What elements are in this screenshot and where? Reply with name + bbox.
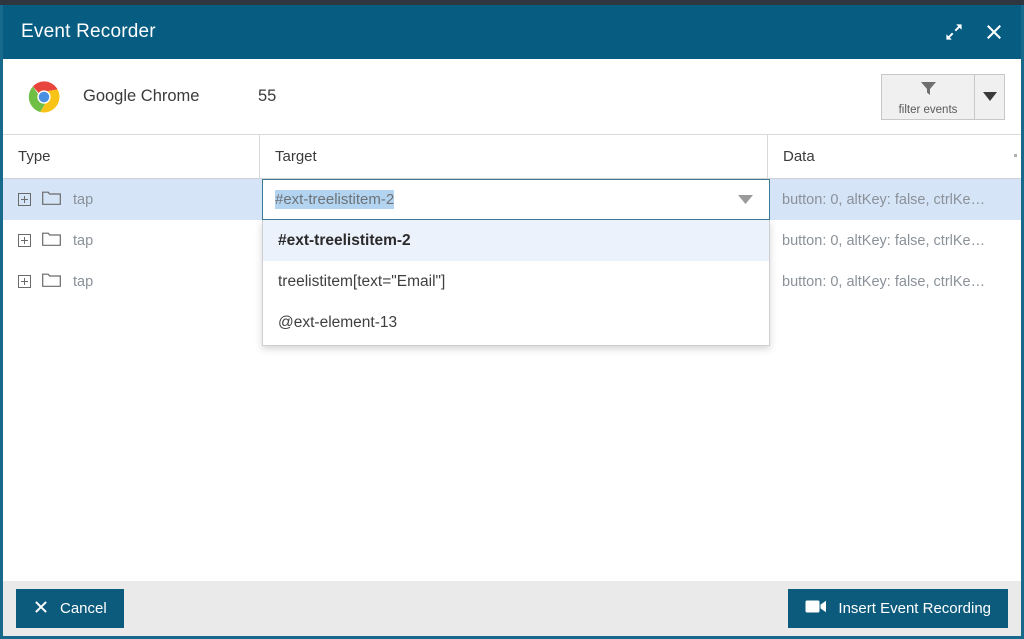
target-input-selected-text: #ext-treelistitem-2 [275,190,395,209]
app-event-count: 55 [258,87,277,105]
title-bar-actions [941,19,1007,45]
target-input[interactable]: #ext-treelistitem-2 [263,190,721,209]
row-type-cell[interactable]: tap [3,261,259,302]
grid-header-row: Type Target Data [3,135,1021,179]
plus-square-icon[interactable] [18,193,31,206]
target-dropdown-list: #ext-treelistitem-2 treelistitem[text="E… [262,220,770,346]
target-editor[interactable]: #ext-treelistitem-2 [262,179,770,220]
insert-event-recording-button[interactable]: Insert Event Recording [788,589,1008,628]
title-bar: Event Recorder [3,5,1021,59]
row-type-cell[interactable]: tap [3,220,259,261]
video-camera-icon [805,599,827,618]
toolbar: Google Chrome 55 filter events [3,59,1021,135]
filter-events-label: filter events [898,103,958,116]
cancel-button[interactable]: Cancel [16,589,124,628]
row-data-cell[interactable]: button: 0, altKey: false, ctrlKe… [767,179,1021,220]
column-header-data[interactable]: Data [767,135,1021,178]
dialog: Event Recorder Google Chrome 55 filter e… [0,5,1024,639]
dropdown-option[interactable]: #ext-treelistitem-2 [263,220,769,261]
column-header-target[interactable]: Target [259,135,767,178]
filter-events-group: filter events [881,73,1005,120]
folder-icon [42,272,61,291]
target-dropdown-trigger[interactable] [721,195,769,204]
window-title: Event Recorder [21,21,156,42]
row-data-cell[interactable]: button: 0, altKey: false, ctrlKe… [767,261,1021,302]
column-header-type[interactable]: Type [3,135,259,178]
row-type-label: tap [73,191,94,208]
app-name: Google Chrome [83,87,200,105]
folder-icon [42,190,61,209]
folder-icon [42,231,61,250]
footer: Cancel Insert Event Recording [3,581,1021,636]
event-recorder-window: Event Recorder Google Chrome 55 filter e… [0,0,1024,639]
close-icon[interactable] [981,19,1007,45]
plus-square-icon[interactable] [18,275,31,288]
column-resize-handle[interactable] [1014,154,1017,157]
funnel-icon [920,81,937,101]
filter-events-dropdown-arrow[interactable] [974,74,1004,119]
google-chrome-icon [27,80,61,114]
close-x-icon [33,599,49,619]
cancel-button-label: Cancel [60,600,107,617]
expand-arrows-icon[interactable] [941,19,967,45]
row-type-label: tap [73,232,94,249]
row-type-cell[interactable]: tap [3,179,259,220]
plus-square-icon[interactable] [18,234,31,247]
dropdown-option[interactable]: treelistitem[text="Email"] [263,261,769,302]
dropdown-option[interactable]: @ext-element-13 [263,302,769,343]
row-data-cell[interactable]: button: 0, altKey: false, ctrlKe… [767,220,1021,261]
insert-event-recording-label: Insert Event Recording [838,600,991,617]
event-grid: Type Target Data tap button: 0, altKey: … [3,135,1021,544]
row-type-label: tap [73,273,94,290]
filter-events-button[interactable]: filter events [882,75,974,119]
